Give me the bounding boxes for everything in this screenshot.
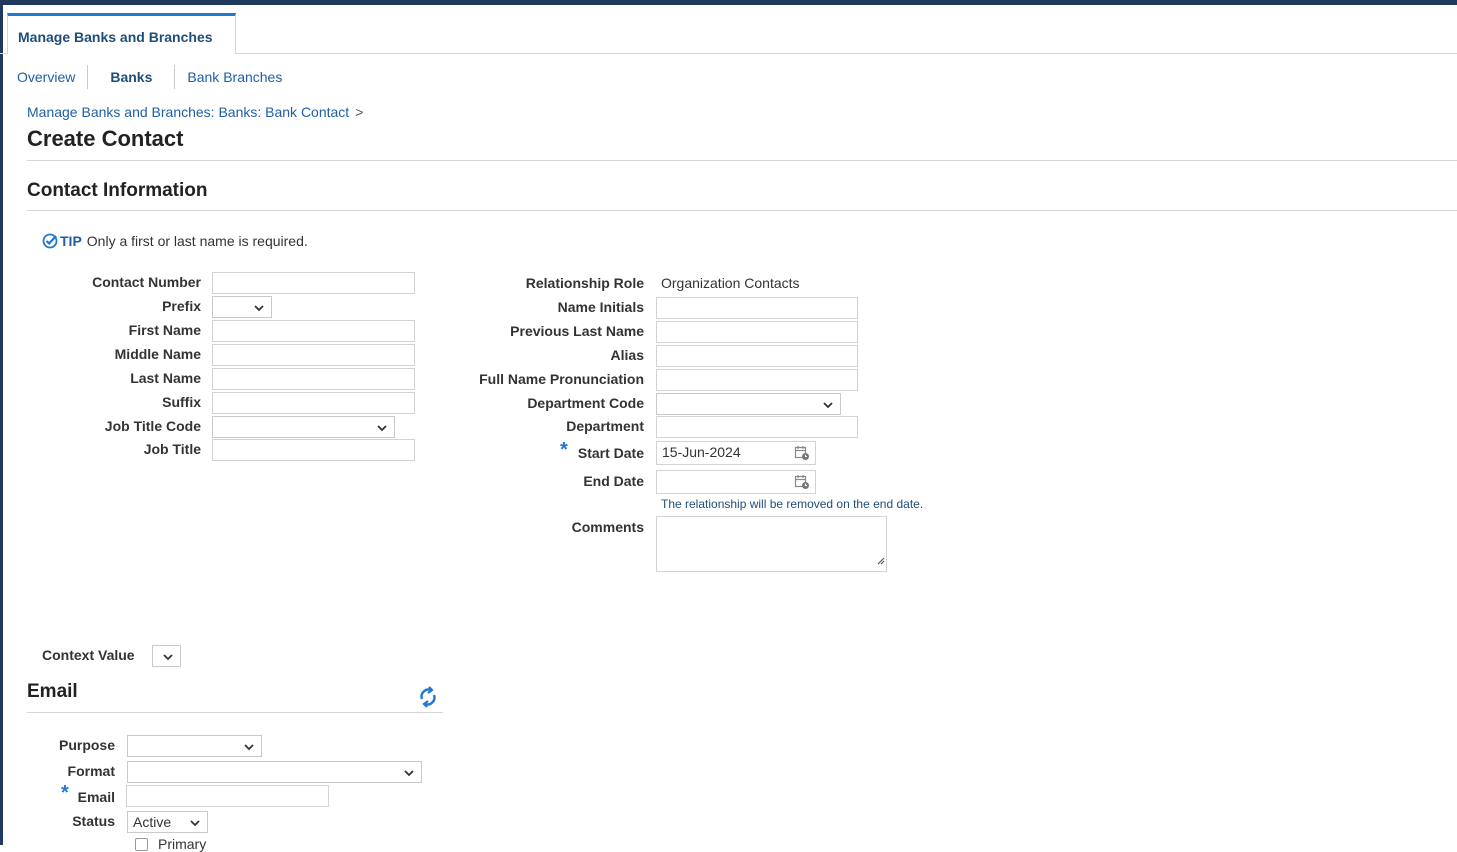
- section-title-email: Email: [27, 681, 78, 702]
- chevron-down-icon: [822, 398, 834, 414]
- label-context-value: Context Value: [42, 647, 135, 663]
- label-department: Department: [566, 418, 644, 434]
- suffix-input[interactable]: [212, 392, 415, 414]
- email-input[interactable]: [126, 785, 329, 807]
- subnav-banks[interactable]: Banks: [110, 69, 152, 85]
- label-start-date: Start Date: [577, 445, 644, 461]
- chevron-down-icon: [403, 766, 415, 782]
- subnav-separator: [174, 65, 176, 89]
- divider: [27, 210, 1457, 211]
- name-initials-input[interactable]: [656, 297, 858, 319]
- subnav-overview[interactable]: Overview: [17, 69, 75, 85]
- label-purpose: Purpose: [58, 737, 115, 753]
- breadcrumb-arrow: >: [355, 104, 364, 120]
- chevron-down-icon: [243, 740, 255, 756]
- label-relationship-role: Relationship Role: [525, 275, 644, 291]
- job-title-input[interactable]: [212, 439, 415, 461]
- previous-last-name-input[interactable]: [656, 321, 858, 343]
- alias-input[interactable]: [656, 345, 858, 367]
- chevron-down-icon: [189, 816, 201, 832]
- department-input[interactable]: [656, 416, 858, 438]
- label-alias: Alias: [610, 347, 644, 363]
- label-last-name: Last Name: [130, 370, 201, 386]
- breadcrumb: Manage Banks and Branches: Banks: Bank C…: [27, 104, 363, 120]
- relationship-role-value: Organization Contacts: [661, 275, 800, 291]
- label-status: Status: [72, 813, 115, 829]
- contact-number-input[interactable]: [212, 272, 415, 294]
- job-title-code-select[interactable]: [212, 416, 395, 438]
- subnav-separator: [87, 65, 89, 89]
- tab-strip: Manage Banks and Branches: [0, 5, 1457, 54]
- end-date-note: The relationship will be removed on the …: [661, 497, 924, 511]
- full-name-pronunciation-input[interactable]: [656, 369, 858, 391]
- sub-navigation: Overview Banks Bank Branches: [17, 65, 282, 89]
- start-date-value: 15-Jun-2024: [662, 444, 741, 460]
- divider: [27, 160, 1457, 161]
- status-value: Active: [133, 814, 172, 830]
- label-name-initials: Name Initials: [557, 299, 644, 315]
- label-email: Email: [77, 789, 115, 805]
- label-previous-last-name: Previous Last Name: [510, 323, 644, 339]
- middle-name-input[interactable]: [212, 344, 415, 366]
- department-code-select[interactable]: [656, 393, 841, 415]
- last-name-input[interactable]: [212, 368, 415, 390]
- label-middle-name: Middle Name: [114, 346, 201, 362]
- tip-text: Only a first or last name is required.: [86, 233, 308, 249]
- chevron-down-icon: [162, 650, 174, 666]
- subnav-bank-branches[interactable]: Bank Branches: [187, 69, 282, 85]
- label-format: Format: [67, 763, 115, 779]
- first-name-input[interactable]: [212, 320, 415, 342]
- label-prefix: Prefix: [162, 298, 201, 314]
- label-first-name: First Name: [128, 322, 201, 338]
- page-title: Create Contact: [27, 126, 184, 151]
- label-contact-number: Contact Number: [92, 274, 201, 290]
- label-end-date: End Date: [583, 473, 644, 489]
- purpose-select[interactable]: [127, 735, 262, 757]
- start-date-input[interactable]: 15-Jun-2024: [656, 441, 816, 465]
- refresh-icon[interactable]: [416, 685, 440, 714]
- section-title-contact-information: Contact Information: [27, 180, 208, 201]
- primary-checkbox-label: Primary: [158, 836, 207, 852]
- label-department-code: Department Code: [527, 395, 644, 411]
- tip-label: TIP: [60, 233, 82, 249]
- divider: [27, 712, 443, 713]
- calendar-icon[interactable]: [794, 474, 810, 493]
- context-value-select[interactable]: [152, 645, 181, 667]
- label-full-name-pronunciation: Full Name Pronunciation: [479, 371, 644, 387]
- chevron-down-icon: [253, 301, 265, 317]
- comments-textarea[interactable]: [656, 516, 887, 572]
- tab-manage-banks-and-branches[interactable]: Manage Banks and Branches: [7, 13, 236, 54]
- prefix-select[interactable]: [212, 296, 272, 318]
- label-job-title: Job Title: [143, 441, 201, 457]
- chevron-down-icon: [376, 421, 388, 437]
- format-select[interactable]: [127, 761, 422, 783]
- end-date-input[interactable]: [656, 470, 816, 494]
- label-job-title-code: Job Title Code: [104, 418, 201, 434]
- resize-grip-icon[interactable]: [875, 552, 885, 570]
- check-badge-icon: [42, 233, 58, 249]
- tip-message: TIP Only a first or last name is require…: [42, 233, 308, 249]
- calendar-icon[interactable]: [794, 445, 810, 464]
- left-edge-bar: [0, 5, 3, 845]
- label-suffix: Suffix: [162, 394, 201, 410]
- label-comments: Comments: [571, 519, 644, 535]
- status-select[interactable]: Active: [127, 811, 208, 833]
- breadcrumb-link[interactable]: Manage Banks and Branches: Banks: Bank C…: [27, 104, 349, 120]
